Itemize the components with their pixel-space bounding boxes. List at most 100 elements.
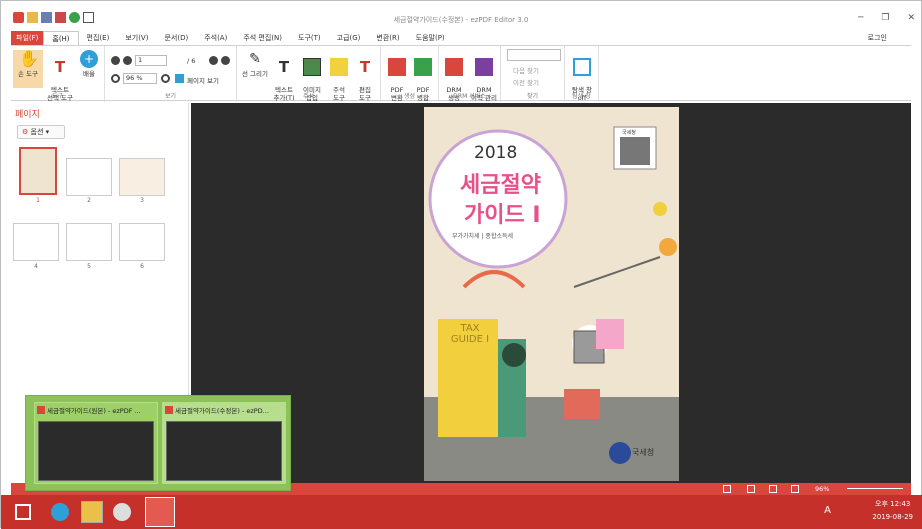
ime-indicator[interactable]: A: [824, 505, 831, 516]
tab-convert[interactable]: 변환(R): [368, 31, 407, 45]
pdf-page-cover: 2018 세금절약 가이드 I 부가가치세 | 종합소득세 TAX GUIDE …: [424, 107, 679, 481]
tab-document[interactable]: 문서(D): [156, 31, 196, 45]
single-page-view-icon[interactable]: [723, 485, 731, 493]
login-link[interactable]: 로그인: [868, 33, 887, 43]
zoom-in-icon: +: [80, 50, 98, 68]
last-page-icon[interactable]: [221, 56, 230, 65]
ribbon-group-side: 탐색 창 off 탐색 창: [565, 46, 599, 102]
nav-pane-icon: [573, 58, 591, 76]
close-button[interactable]: ✕: [907, 13, 915, 23]
window-controls: ─ ❐ ✕: [858, 13, 915, 23]
restore-button[interactable]: ❐: [881, 13, 889, 23]
document-view[interactable]: 2018 세금절약 가이드 I 부가가치세 | 종합소득세 TAX GUIDE …: [191, 103, 911, 483]
zoom-in-small-icon[interactable]: [161, 74, 170, 83]
cover-publisher: 국세청: [632, 448, 655, 457]
tab-annotation-edit[interactable]: 주석 편집(N): [235, 31, 290, 45]
tab-tools[interactable]: 도구(T): [290, 31, 329, 45]
cover-subtitle: 부가가치세 | 종합소득세: [452, 233, 514, 240]
ribbon: ✋ 손 도구 T 텍스트 선택 도구 + 배율 도구 1 / 6 96 % 페이…: [11, 45, 911, 102]
taskbar-preview-popup: 세금절약가이드(원본) - ezPDF ... 세금절약가이드(수정본) - e…: [25, 395, 291, 491]
zoom-out-icon[interactable]: [111, 74, 120, 83]
ribbon-group-annotate: ✎ 선 그리기 T 텍스트 추가(T) 이미지 삽입 주석 도구 T 편집 도구…: [237, 46, 381, 102]
file-explorer-icon[interactable]: [81, 501, 103, 523]
cover-book-text: TAX GUIDE I: [450, 323, 490, 345]
zoom-slider[interactable]: [847, 488, 903, 489]
pdf-convert-icon: [388, 58, 406, 76]
page-thumbnail-number: 1: [36, 197, 40, 204]
pdf-merge-icon: [414, 58, 432, 76]
ribbon-group-drm: DRM 생성 DRM 이력 관리 DRM 서비스: [439, 46, 501, 102]
prev-page-icon[interactable]: [123, 56, 132, 65]
paint-icon[interactable]: [113, 503, 131, 521]
system-tray: A 오후 12:43 2019-08-29: [824, 499, 913, 521]
app-logo-icon: [165, 406, 173, 414]
image-icon: [303, 58, 321, 76]
page-total: / 6: [187, 57, 196, 65]
next-page-icon[interactable]: [209, 56, 218, 65]
search-input[interactable]: [507, 49, 561, 61]
options-dropdown[interactable]: ⚙ 옵션 ▾: [17, 125, 65, 139]
first-page-icon[interactable]: [111, 56, 120, 65]
clock-date[interactable]: 2019-08-29: [872, 513, 913, 521]
tab-view[interactable]: 보기(V): [117, 31, 156, 45]
tab-home[interactable]: 홈(H): [43, 31, 79, 45]
preview-title: 세금절약가이드(수정본) - ezPD...: [175, 407, 269, 415]
page-thumbnail-5[interactable]: [66, 223, 112, 261]
add-text-icon: T: [278, 58, 290, 76]
page-view-icon: [175, 74, 184, 83]
preview-thumbnail: [38, 421, 154, 481]
zoom-tool-button[interactable]: + 배율: [77, 50, 101, 78]
tab-help[interactable]: 도움말(P): [408, 31, 453, 45]
page-thumbnail-6[interactable]: [119, 223, 165, 261]
page-number-input[interactable]: 1: [135, 55, 167, 66]
find-next-button[interactable]: 다음 찾기: [513, 65, 539, 75]
app-window: 세금절약가이드(수정본) - ezPDF Editor 3.0 ─ ❐ ✕ 파일…: [0, 0, 922, 529]
title-bar: 세금절약가이드(수정본) - ezPDF Editor 3.0 ─ ❐ ✕: [1, 1, 921, 29]
ribbon-group-find: 다음 찾기 이전 찾기 찾기: [501, 46, 565, 102]
tab-advanced[interactable]: 고급(G): [329, 31, 369, 45]
text-cursor-icon: T: [54, 58, 66, 76]
pen-icon: ✎: [249, 51, 261, 67]
page-view-button[interactable]: 페이지 보기: [187, 75, 219, 85]
drm-create-icon: [445, 58, 463, 76]
tab-annotation[interactable]: 주석(A): [196, 31, 235, 45]
drm-manage-icon: [475, 58, 493, 76]
preview-title: 세금절약가이드(원본) - ezPDF ...: [47, 407, 141, 415]
edit-text-icon: T: [359, 58, 371, 76]
tab-edit[interactable]: 편집(E): [79, 31, 118, 45]
cover-title-line2: 가이드 I: [464, 203, 541, 228]
continuous-facing-icon[interactable]: [791, 485, 799, 493]
page-thumbnail-number: 6: [140, 263, 144, 270]
find-prev-button[interactable]: 이전 찾기: [513, 77, 539, 87]
preview-window-original[interactable]: 세금절약가이드(원본) - ezPDF ...: [34, 402, 158, 484]
tab-file[interactable]: 파일(F): [11, 31, 44, 45]
page-thumbnail-number: 3: [140, 197, 144, 204]
clock-time[interactable]: 오후 12:43: [872, 499, 913, 509]
app-logo-icon: [37, 406, 45, 414]
facing-view-icon[interactable]: [769, 485, 777, 493]
preview-thumbnail: [166, 421, 282, 481]
cover-year: 2018: [474, 143, 518, 163]
draw-line-button[interactable]: ✎ 선 그리기: [241, 50, 269, 78]
ie-icon[interactable]: [51, 503, 69, 521]
hand-icon: ✋: [19, 49, 39, 68]
cover-illustration: [424, 107, 679, 481]
sidebar-title: 페이지: [15, 110, 40, 120]
page-thumbnail-3[interactable]: [119, 158, 165, 196]
page-thumbnail-2[interactable]: [66, 158, 112, 196]
preview-window-revised[interactable]: 세금절약가이드(수정본) - ezPD...: [162, 402, 286, 484]
cover-title-line1: 세금절약: [460, 173, 541, 198]
chevron-down-icon: ▾: [45, 128, 50, 136]
hand-tool-button[interactable]: ✋ 손 도구: [13, 50, 43, 88]
cover-qr-label: 국세청: [622, 130, 636, 136]
minimize-button[interactable]: ─: [858, 13, 863, 23]
window-title: 세금절약가이드(수정본) - ezPDF Editor 3.0: [393, 16, 529, 24]
ribbon-group-create: PDF 변환 PDF 병합 생성: [381, 46, 439, 102]
windows-start-icon[interactable]: [15, 504, 31, 520]
page-thumbnail-1[interactable]: [19, 147, 57, 195]
page-thumbnail-number: 2: [87, 197, 91, 204]
zoom-input[interactable]: 96 %: [123, 73, 157, 84]
ezpdf-taskbar-icon[interactable]: [145, 497, 175, 527]
page-thumbnail-4[interactable]: [13, 223, 59, 261]
continuous-view-icon[interactable]: [747, 485, 755, 493]
